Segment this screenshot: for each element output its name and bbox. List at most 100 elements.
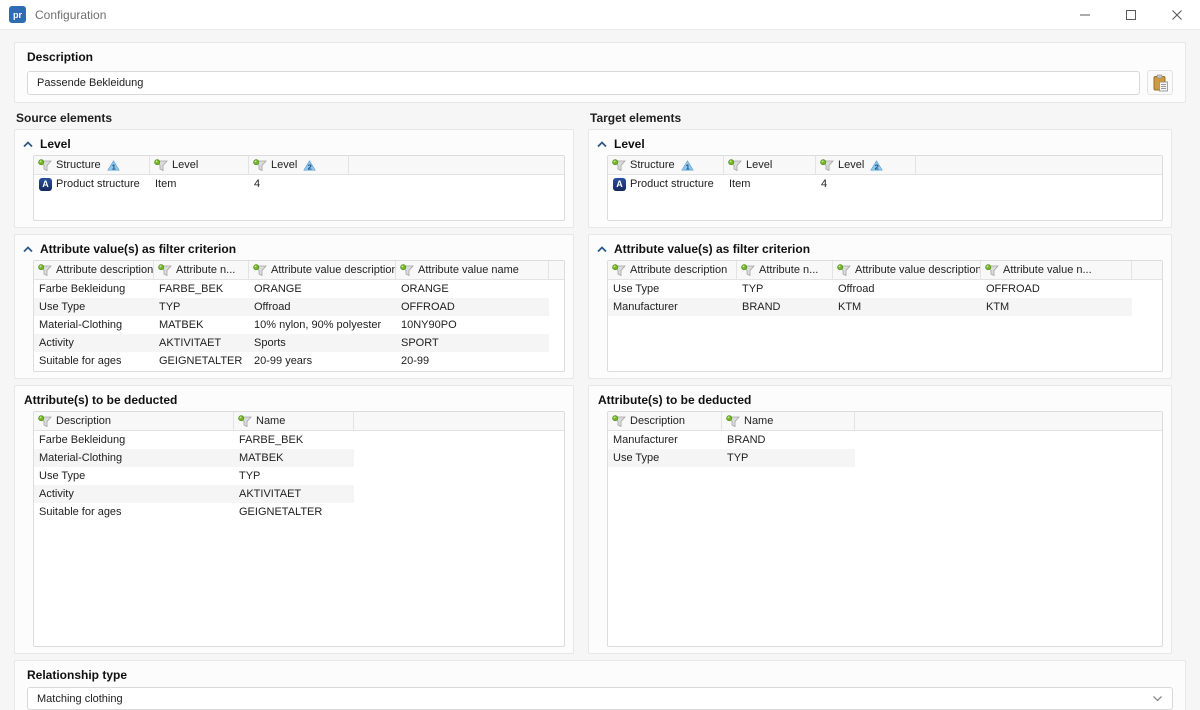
column-header-attribute-description[interactable]: Attribute description — [608, 261, 737, 279]
collapse-chevron-icon[interactable] — [597, 242, 607, 256]
description-input[interactable] — [27, 71, 1140, 95]
table-cell: FARBE_BEK — [234, 431, 354, 449]
filter-icon[interactable] — [820, 159, 834, 172]
cell-value: Farbe Bekleidung — [39, 283, 125, 295]
close-button[interactable] — [1154, 0, 1200, 29]
table-row[interactable]: Material-ClothingMATBEK10% nylon, 90% po… — [34, 316, 549, 334]
column-header-structure[interactable]: Structure1 — [34, 156, 150, 174]
target-filter-header[interactable]: Attribute value(s) as filter criterion — [597, 240, 1163, 257]
filter-icon[interactable] — [837, 264, 851, 277]
target-elements-column: Target elements Level Structure1LevelLev… — [588, 111, 1172, 654]
window-title: Configuration — [35, 8, 106, 22]
table-cell: TYP — [737, 280, 833, 298]
column-header-description[interactable]: Description — [608, 412, 722, 430]
table-row[interactable]: Farbe BekleidungFARBE_BEKORANGEORANGE — [34, 280, 549, 298]
target-deducted-section: Attribute(s) to be deducted DescriptionN… — [588, 385, 1172, 654]
table-row[interactable]: AProduct structureItem4 — [34, 175, 349, 193]
column-label: Level — [271, 159, 297, 171]
table-cell: OFFROAD — [981, 280, 1132, 298]
paste-button[interactable] — [1147, 70, 1173, 95]
filter-icon[interactable] — [728, 159, 742, 172]
target-filter-section: Attribute value(s) as filter criterion A… — [588, 234, 1172, 379]
source-elements-label: Source elements — [16, 111, 574, 125]
table-row[interactable]: Material-ClothingMATBEK — [34, 449, 354, 467]
column-label: Attribute value description — [271, 264, 396, 276]
section-title: Attribute value(s) as filter criterion — [614, 242, 810, 256]
column-header-attribute-n[interactable]: Attribute n... — [737, 261, 833, 279]
filter-icon[interactable] — [400, 264, 414, 277]
table-row[interactable]: Suitable for agesGEIGNETALTER20-99 years… — [34, 352, 549, 370]
table-cell: Manufacturer — [608, 431, 722, 449]
source-level-header[interactable]: Level — [23, 135, 565, 152]
filter-icon[interactable] — [253, 264, 267, 277]
target-level-header[interactable]: Level — [597, 135, 1163, 152]
filter-icon[interactable] — [985, 264, 999, 277]
source-filter-header[interactable]: Attribute value(s) as filter criterion — [23, 240, 565, 257]
table-row[interactable]: ManufacturerBRANDKTMKTM — [608, 298, 1132, 316]
collapse-chevron-icon[interactable] — [597, 137, 607, 151]
column-header-level[interactable]: Level — [150, 156, 249, 174]
cell-value: Suitable for ages — [39, 355, 122, 367]
minimize-button[interactable] — [1062, 0, 1108, 29]
filter-icon[interactable] — [158, 264, 172, 277]
filter-icon[interactable] — [726, 415, 740, 428]
table-row[interactable]: Use TypeTYP — [34, 467, 354, 485]
minimize-icon — [1079, 9, 1091, 21]
target-level-section: Level Structure1LevelLevel2AProduct stru… — [588, 129, 1172, 228]
table-row[interactable]: Use TypeTYPOffroadOFFROAD — [608, 280, 1132, 298]
filter-icon[interactable] — [612, 415, 626, 428]
filter-icon[interactable] — [154, 159, 168, 172]
column-label: Level — [838, 159, 864, 171]
cell-value: Activity — [39, 488, 74, 500]
filter-icon[interactable] — [238, 415, 252, 428]
table-row[interactable]: ActivityAKTIVITAET — [34, 485, 354, 503]
column-header-name[interactable]: Name — [234, 412, 354, 430]
column-header-attribute-value-n[interactable]: Attribute value n... — [981, 261, 1132, 279]
column-label: Level — [746, 159, 772, 171]
cell-value: 10% nylon, 90% polyester — [254, 319, 381, 331]
table-cell: AProduct structure — [608, 175, 724, 193]
table-row[interactable]: Farbe Bekleidung FARBE_BEK — [34, 431, 354, 449]
filter-icon[interactable] — [612, 264, 626, 277]
collapse-chevron-icon[interactable] — [23, 242, 33, 256]
column-header-level[interactable]: Level2 — [816, 156, 916, 174]
column-header-level[interactable]: Level — [724, 156, 816, 174]
table-cell: Use Type — [34, 298, 154, 316]
filter-icon[interactable] — [38, 159, 52, 172]
maximize-button[interactable] — [1108, 0, 1154, 29]
table-row[interactable]: Use TypeTYPOffroadOFFROAD — [34, 298, 549, 316]
table-cell: Use Type — [34, 467, 234, 485]
cell-value: OFFROAD — [401, 301, 455, 313]
table-row[interactable]: Use TypeTYP — [608, 449, 855, 467]
table-header-row: Attribute descriptionAttribute n... Attri… — [34, 261, 564, 280]
column-header-structure[interactable]: Structure1 — [608, 156, 724, 174]
column-header-name[interactable]: Name — [722, 412, 855, 430]
column-header-attribute-value-name[interactable]: Attribute value name — [396, 261, 549, 279]
column-header-attribute-value-description[interactable]: Attribute value description — [249, 261, 396, 279]
source-deducted-section: Attribute(s) to be deducted DescriptionN… — [14, 385, 574, 654]
filter-icon[interactable] — [38, 415, 52, 428]
table-row[interactable]: AProduct structureItem4 — [608, 175, 916, 193]
cell-value: Offroad — [838, 283, 875, 295]
column-label: Attribute value n... — [1003, 264, 1092, 276]
cell-value: 20-99 years — [254, 355, 312, 367]
filter-icon[interactable] — [253, 159, 267, 172]
column-label: Structure — [56, 159, 101, 171]
table-cell: Material-Clothing — [34, 449, 234, 467]
column-header-level[interactable]: Level2 — [249, 156, 349, 174]
column-header-attribute-description[interactable]: Attribute description — [34, 261, 154, 279]
column-header-description[interactable]: Description — [34, 412, 234, 430]
table-row[interactable]: Suitable for agesGEIGNETALTER — [34, 503, 354, 521]
relationship-type-select[interactable]: Matching clothing — [27, 687, 1173, 710]
filter-icon[interactable] — [38, 264, 52, 277]
cell-value: BRAND — [727, 434, 766, 446]
filter-icon[interactable] — [741, 264, 755, 277]
table-row[interactable]: ActivityAKTIVITAETSportsSPORT — [34, 334, 549, 352]
table-cell: BRAND — [722, 431, 855, 449]
column-header-attribute-value-description[interactable]: Attribute value description — [833, 261, 981, 279]
column-header-attribute-n[interactable]: Attribute n... — [154, 261, 249, 279]
cell-value: Farbe Bekleidung — [39, 434, 125, 446]
table-row[interactable]: Manufacturer BRAND — [608, 431, 855, 449]
filter-icon[interactable] — [612, 159, 626, 172]
collapse-chevron-icon[interactable] — [23, 137, 33, 151]
